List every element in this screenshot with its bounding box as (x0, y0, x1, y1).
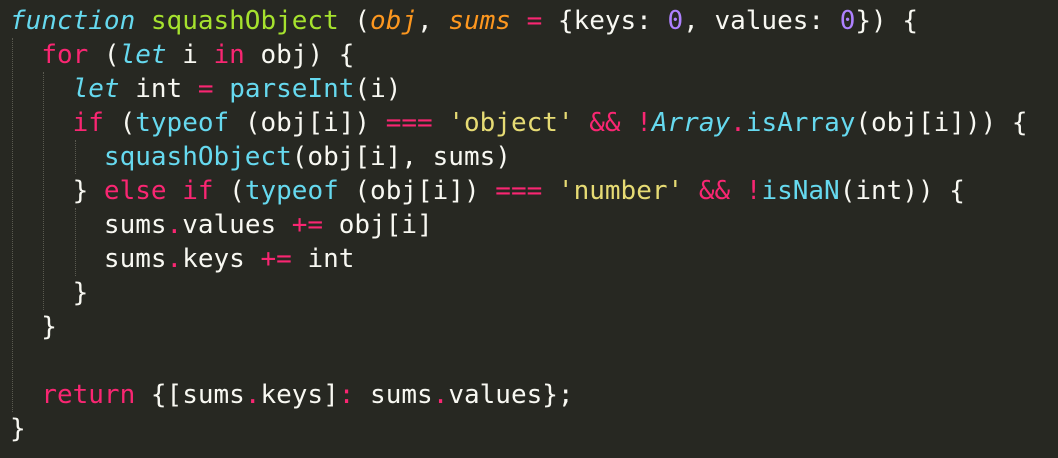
code-token: ! (636, 108, 652, 138)
code-token: += (291, 210, 324, 240)
code-token: . (244, 380, 261, 410)
code-token: (i) (354, 74, 402, 104)
code-line[interactable]: if (typeof (obj[i]) === 'object' && !Arr… (10, 106, 1028, 140)
code-token: } (10, 176, 104, 206)
code-line[interactable]: } (10, 276, 89, 310)
code-line[interactable]: } (10, 412, 26, 446)
code-token: int (291, 244, 355, 274)
code-token: ( (213, 176, 245, 206)
code-token: (obj[i])) { (855, 108, 1028, 138)
code-token: ( (103, 108, 136, 138)
code-token: && (589, 108, 621, 138)
code-token: for (41, 40, 89, 70)
code-token: . (166, 210, 183, 240)
code-line[interactable]: sums.keys += int (10, 242, 355, 276)
code-token: obj) { (244, 40, 355, 70)
code-token: } (10, 312, 57, 342)
code-token: {keys: (542, 6, 668, 36)
code-token: ! (745, 176, 762, 206)
code-token: obj[i] (323, 210, 433, 240)
code-token: sums (10, 210, 167, 240)
code-line[interactable]: let int = parseInt(i) (10, 72, 402, 106)
code-token: obj (370, 6, 418, 36)
code-token: return (41, 380, 136, 410)
code-token: ( (338, 6, 371, 36)
code-token: && (698, 176, 731, 206)
code-token: } (10, 278, 89, 308)
code-token: : (338, 380, 355, 410)
code-token: === (385, 108, 433, 138)
code-token: typeof (244, 176, 339, 206)
code-line[interactable]: squashObject(obj[i], sums) (10, 140, 511, 174)
code-token: }) { (855, 6, 918, 36)
code-token: let (72, 74, 120, 104)
code-token: , (417, 6, 449, 36)
code-token: ( (88, 40, 120, 70)
code-token: function (10, 6, 136, 36)
code-line[interactable]: function squashObject (obj, sums = {keys… (10, 4, 918, 38)
code-token: isNaN (761, 176, 840, 206)
code-token: . (166, 244, 183, 274)
code-token: parseInt (229, 74, 355, 104)
code-token: i (166, 40, 214, 70)
code-token: 0 (667, 6, 684, 36)
code-token: sums (448, 6, 511, 36)
code-token: = (526, 6, 543, 36)
code-line[interactable]: } (10, 310, 57, 344)
code-token: int (119, 74, 198, 104)
code-token: . (730, 108, 746, 138)
code-token: (int)) { (839, 176, 965, 206)
code-token: sums (354, 380, 433, 410)
code-token: 'number' (557, 176, 684, 206)
code-line[interactable]: sums.values += obj[i] (10, 208, 433, 242)
code-token: 'object' (448, 108, 574, 138)
code-token: (obj[i], sums) (291, 142, 511, 172)
code-token: in (213, 40, 245, 70)
code-line[interactable]: return {[sums.keys]: sums.values}; (10, 378, 574, 412)
code-token: = (197, 74, 214, 104)
code-token: += (260, 244, 292, 274)
code-token: squashObject (150, 6, 339, 36)
code-editor[interactable]: function squashObject (obj, sums = {keys… (0, 0, 1058, 458)
code-token: Array (651, 108, 731, 138)
code-token: values (182, 210, 292, 240)
code-token: typeof (135, 108, 230, 138)
code-token: else (103, 176, 167, 206)
code-token: isArray (745, 108, 856, 138)
code-line[interactable]: for (let i in obj) { (10, 38, 354, 72)
code-token: === (495, 176, 543, 206)
code-token: let (119, 40, 167, 70)
code-token: keys] (260, 380, 339, 410)
code-token: (obj[i]) (338, 176, 496, 206)
code-token: {[sums (135, 380, 245, 410)
code-token: } (10, 414, 26, 444)
code-token: (obj[i]) (229, 108, 386, 138)
code-token: if (72, 108, 104, 138)
code-token: sums (10, 244, 167, 274)
code-token: , values: (683, 6, 840, 36)
code-token: if (182, 176, 214, 206)
code-token: keys (182, 244, 261, 274)
code-token: . (432, 380, 449, 410)
code-line[interactable]: } else if (typeof (obj[i]) === 'number' … (10, 174, 965, 208)
code-token: values}; (448, 380, 574, 410)
code-token: 0 (839, 6, 856, 36)
code-token: squashObject (103, 142, 292, 172)
